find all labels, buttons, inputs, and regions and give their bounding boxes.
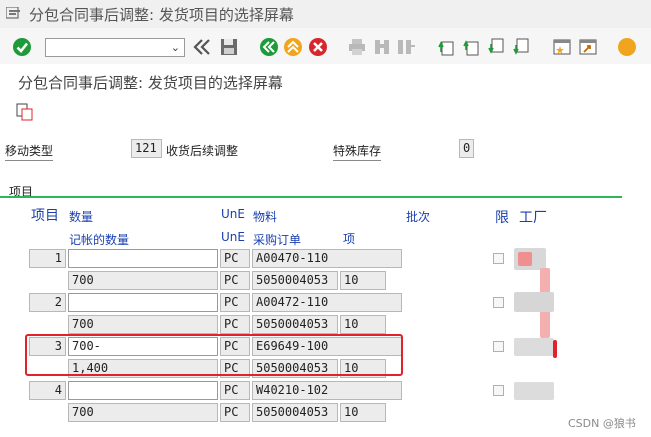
cancel-icon[interactable] bbox=[308, 37, 328, 57]
plant-redaction-mark bbox=[518, 252, 532, 266]
unit-field: PC bbox=[220, 381, 250, 400]
watermark: CSDN @狼书 bbox=[568, 417, 636, 430]
limit-checkbox[interactable] bbox=[493, 385, 504, 396]
unit-field-2: PC bbox=[220, 271, 250, 290]
plant-value-blurred bbox=[514, 292, 554, 312]
purchase-order-field: 5050004053 bbox=[252, 403, 338, 422]
plant-value-blurred bbox=[514, 382, 554, 400]
col-unit-2: UnE bbox=[221, 230, 245, 244]
previous-page-icon bbox=[463, 40, 479, 56]
help-icon[interactable] bbox=[617, 37, 637, 57]
col-quantity: 数量 bbox=[69, 210, 94, 224]
col-batch: 批次 bbox=[406, 210, 431, 224]
col-unit: UnE bbox=[221, 207, 245, 221]
quantity-input[interactable] bbox=[68, 293, 218, 312]
purchase-order-field: 5050004053 bbox=[252, 315, 338, 334]
find-next-icon bbox=[398, 40, 415, 54]
po-item-field: 10 bbox=[340, 403, 386, 422]
shortcut-icon[interactable] bbox=[578, 37, 598, 57]
col-po: 采购订单 bbox=[253, 233, 302, 247]
limit-checkbox[interactable] bbox=[493, 253, 504, 264]
special-stock-label: 特殊库存 bbox=[333, 142, 382, 161]
plant-redaction-mark bbox=[553, 340, 557, 358]
col-limit: 限 bbox=[495, 210, 509, 226]
col-material: 物料 bbox=[253, 210, 278, 224]
limit-checkbox[interactable] bbox=[493, 297, 504, 308]
unit-field: PC bbox=[220, 293, 250, 312]
title-bar: 分包合同事后调整: 发货项目的选择屏幕 bbox=[0, 0, 651, 28]
special-stock-field: 0 bbox=[459, 139, 474, 158]
new-session-icon[interactable] bbox=[552, 37, 572, 57]
po-item-field: 10 bbox=[340, 271, 386, 290]
purchase-order-field: 5050004053 bbox=[252, 271, 338, 290]
material-field: W40210-102 bbox=[252, 381, 402, 400]
col-posted-quantity: 记帐的数量 bbox=[69, 233, 130, 247]
material-field: A00470-110 bbox=[252, 249, 402, 268]
next-page-icon bbox=[488, 38, 504, 54]
quantity-input[interactable] bbox=[68, 249, 218, 268]
screen-title: 分包合同事后调整: 发货项目的选择屏幕 bbox=[18, 74, 283, 92]
last-page-icon bbox=[513, 38, 529, 55]
row-item-number: 1 bbox=[29, 249, 66, 268]
col-plant: 工厂 bbox=[519, 210, 547, 226]
movement-type-field: 121 bbox=[131, 139, 162, 158]
find-icon bbox=[375, 40, 389, 54]
posted-quantity-field: 700 bbox=[68, 271, 218, 290]
po-item-field: 10 bbox=[340, 315, 386, 334]
col-po-item: 项 bbox=[343, 232, 356, 246]
material-field: A00472-110 bbox=[252, 293, 402, 312]
plant-value-blurred bbox=[514, 338, 554, 356]
quantity-input[interactable] bbox=[68, 381, 218, 400]
save-icon[interactable] bbox=[219, 37, 239, 57]
posted-quantity-field: 700 bbox=[68, 403, 218, 422]
first-page-icon bbox=[438, 41, 454, 56]
print-icon bbox=[349, 39, 365, 55]
movement-type-desc: 收货后续调整 bbox=[166, 144, 239, 158]
row-item-number: 4 bbox=[29, 381, 66, 400]
limit-checkbox[interactable] bbox=[493, 341, 504, 352]
back-double-icon[interactable] bbox=[192, 37, 212, 57]
col-item: 项目 bbox=[31, 208, 59, 224]
unit-field-2: PC bbox=[220, 403, 250, 422]
highlight-frame bbox=[25, 334, 403, 376]
unit-field: PC bbox=[220, 249, 250, 268]
command-field[interactable]: ⌄ bbox=[45, 38, 185, 57]
exit-up-icon[interactable] bbox=[283, 37, 303, 57]
window-title: 分包合同事后调整: 发货项目的选择屏幕 bbox=[29, 6, 294, 24]
unit-field-2: PC bbox=[220, 315, 250, 334]
section-divider bbox=[0, 196, 622, 198]
chevron-down-icon[interactable]: ⌄ bbox=[171, 41, 180, 54]
enter-check-icon[interactable] bbox=[12, 37, 32, 57]
row-item-number: 2 bbox=[29, 293, 66, 312]
movement-type-label: 移动类型 bbox=[5, 142, 54, 161]
menu-icon[interactable] bbox=[6, 7, 20, 19]
posted-quantity-field: 700 bbox=[68, 315, 218, 334]
back-icon[interactable] bbox=[259, 37, 279, 57]
copy-document-icon[interactable] bbox=[16, 103, 34, 121]
